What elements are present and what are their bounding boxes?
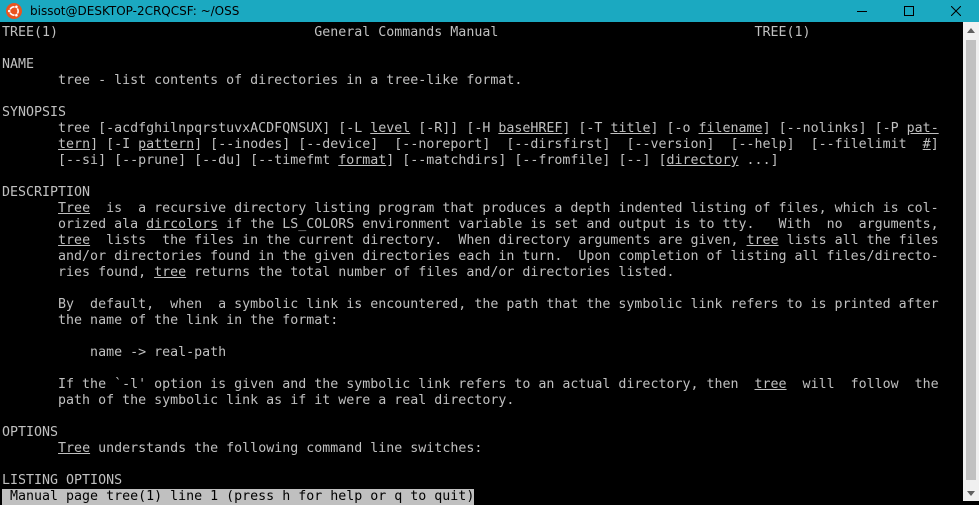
text-segment: name -> real-path [2,345,227,360]
terminal-line: and/or directories found in the given di… [2,249,939,265]
underlined-text: # [922,137,931,152]
window-title: bissot@DESKTOP-2CRQCSF: ~/OSS [30,4,240,18]
text-segment [2,201,58,216]
text-segment: ] [-o [650,121,699,136]
text-segment: ] [--nolinks] [-P [762,121,907,136]
underlined-text: pattern [138,137,195,152]
terminal-line: DESCRIPTION [2,185,90,201]
terminal-line: tree lists the files in the current dire… [2,233,939,249]
pager-status-line: Manual page tree(1) line 1 (press h for … [2,489,475,505]
text-segment: [--si] [--prune] [--du] [--timefmt [2,153,339,168]
title-bar[interactable]: bissot@DESKTOP-2CRQCSF: ~/OSS [0,0,979,22]
text-segment [2,441,58,456]
terminal-line: name -> real-path [2,345,226,361]
terminal-line: NAME [2,57,34,73]
terminal-line: TREE(1) General Commands Manual TREE(1) [2,25,811,41]
terminal-line: orized ala dircolors if the LS_COLORS en… [2,217,939,233]
text-segment: will follow the [786,377,939,392]
text-segment: By default, when a symbolic link is enco… [2,297,939,312]
terminal-output[interactable]: TREE(1) General Commands Manual TREE(1) N… [0,22,963,501]
underlined-text: tree [754,377,787,392]
terminal-line: ries found, tree returns the total numbe… [2,265,674,281]
text-segment: NAME [2,57,35,72]
underlined-text: tree [58,233,91,248]
terminal-line: [--si] [--prune] [--du] [--timefmt forma… [2,153,779,169]
text-segment: the name of the link in the format: [2,313,339,328]
text-segment: TREE(1) General Commands Manual TREE(1) [2,25,811,40]
underlined-text: directory [666,153,739,168]
underlined-text: Tree [58,441,91,456]
terminal-line: tree - list contents of directories in a… [2,73,522,89]
text-segment [2,137,58,152]
text-segment: ] [-T [562,121,611,136]
text-segment: understands the following command line s… [90,441,483,456]
text-segment: [-R]] [-H [410,121,499,136]
terminal-line: OPTIONS [2,425,58,441]
text-segment: ] [-I [90,137,139,152]
text-segment: path of the symbolic link as if it were … [2,393,515,408]
text-segment: ries found, [2,265,155,280]
text-segment: is a recursive directory listing program… [90,201,939,216]
terminal-line: the name of the link in the format: [2,313,338,329]
underlined-text: filename [698,121,763,136]
close-button[interactable] [933,0,979,22]
text-segment [2,233,58,248]
text-segment: LISTING OPTIONS [2,473,123,488]
terminal-line: Tree is a recursive directory listing pr… [2,201,939,217]
text-segment: tree [-acdfghilnpqrstuvxACDFQNSUX] [-L [2,121,371,136]
text-segment: SYNOPSIS [2,105,67,120]
close-icon [951,6,961,16]
terminal-line: SYNOPSIS [2,105,66,121]
scroll-down-button[interactable] [963,485,979,501]
maximize-button[interactable] [886,0,932,22]
text-segment: lists the files in the current directory… [90,233,747,248]
terminal-line: Tree understands the following command l… [2,441,482,457]
underlined-text: tern [58,137,91,152]
text-segment: ] [--inodes] [--device] [--noreport] [--… [194,137,923,152]
minimize-button[interactable] [839,0,885,22]
vertical-scrollbar[interactable] [963,22,979,501]
text-segment: ...] [738,153,779,168]
terminal-line: tern] [-I pattern] [--inodes] [--device]… [2,137,939,153]
text-segment: OPTIONS [2,425,59,440]
text-segment: lists all the files [778,233,939,248]
text-segment: returns the total number of files and/or… [186,265,675,280]
text-segment: orized ala [2,217,147,232]
scroll-up-button[interactable] [963,22,979,38]
underlined-text: format [338,153,387,168]
underlined-text: level [370,121,411,136]
underlined-text: tree [154,265,187,280]
text-segment: if the LS_COLORS environment variable is… [218,217,939,232]
text-segment: tree - list contents of directories in a… [2,73,523,88]
terminal-line: By default, when a symbolic link is enco… [2,297,939,313]
underlined-text: baseHREF [498,121,563,136]
underlined-text: Tree [58,201,91,216]
chevron-down-icon [967,490,975,496]
text-segment: ] [--matchdirs] [--fromfile] [--] [ [386,153,667,168]
terminal-line: path of the symbolic link as if it were … [2,393,514,409]
underlined-text: tree [746,233,779,248]
text-segment: ] [930,137,939,152]
text-segment: and/or directories found in the given di… [2,249,939,264]
terminal-line: LISTING OPTIONS [2,473,122,489]
chevron-up-icon [967,27,975,33]
text-segment: DESCRIPTION [2,185,91,200]
scrollbar-thumb[interactable] [966,40,976,480]
underlined-text: dircolors [146,217,219,232]
minimize-icon [857,11,867,12]
underlined-text: pat- [906,121,939,136]
maximize-icon [904,6,914,16]
terminal-line: tree [-acdfghilnpqrstuvxACDFQNSUX] [-L l… [2,121,939,137]
terminal-line: If the `-l' option is given and the symb… [2,377,939,393]
text-segment: If the `-l' option is given and the symb… [2,377,755,392]
ubuntu-icon [6,3,22,19]
underlined-text: title [610,121,651,136]
